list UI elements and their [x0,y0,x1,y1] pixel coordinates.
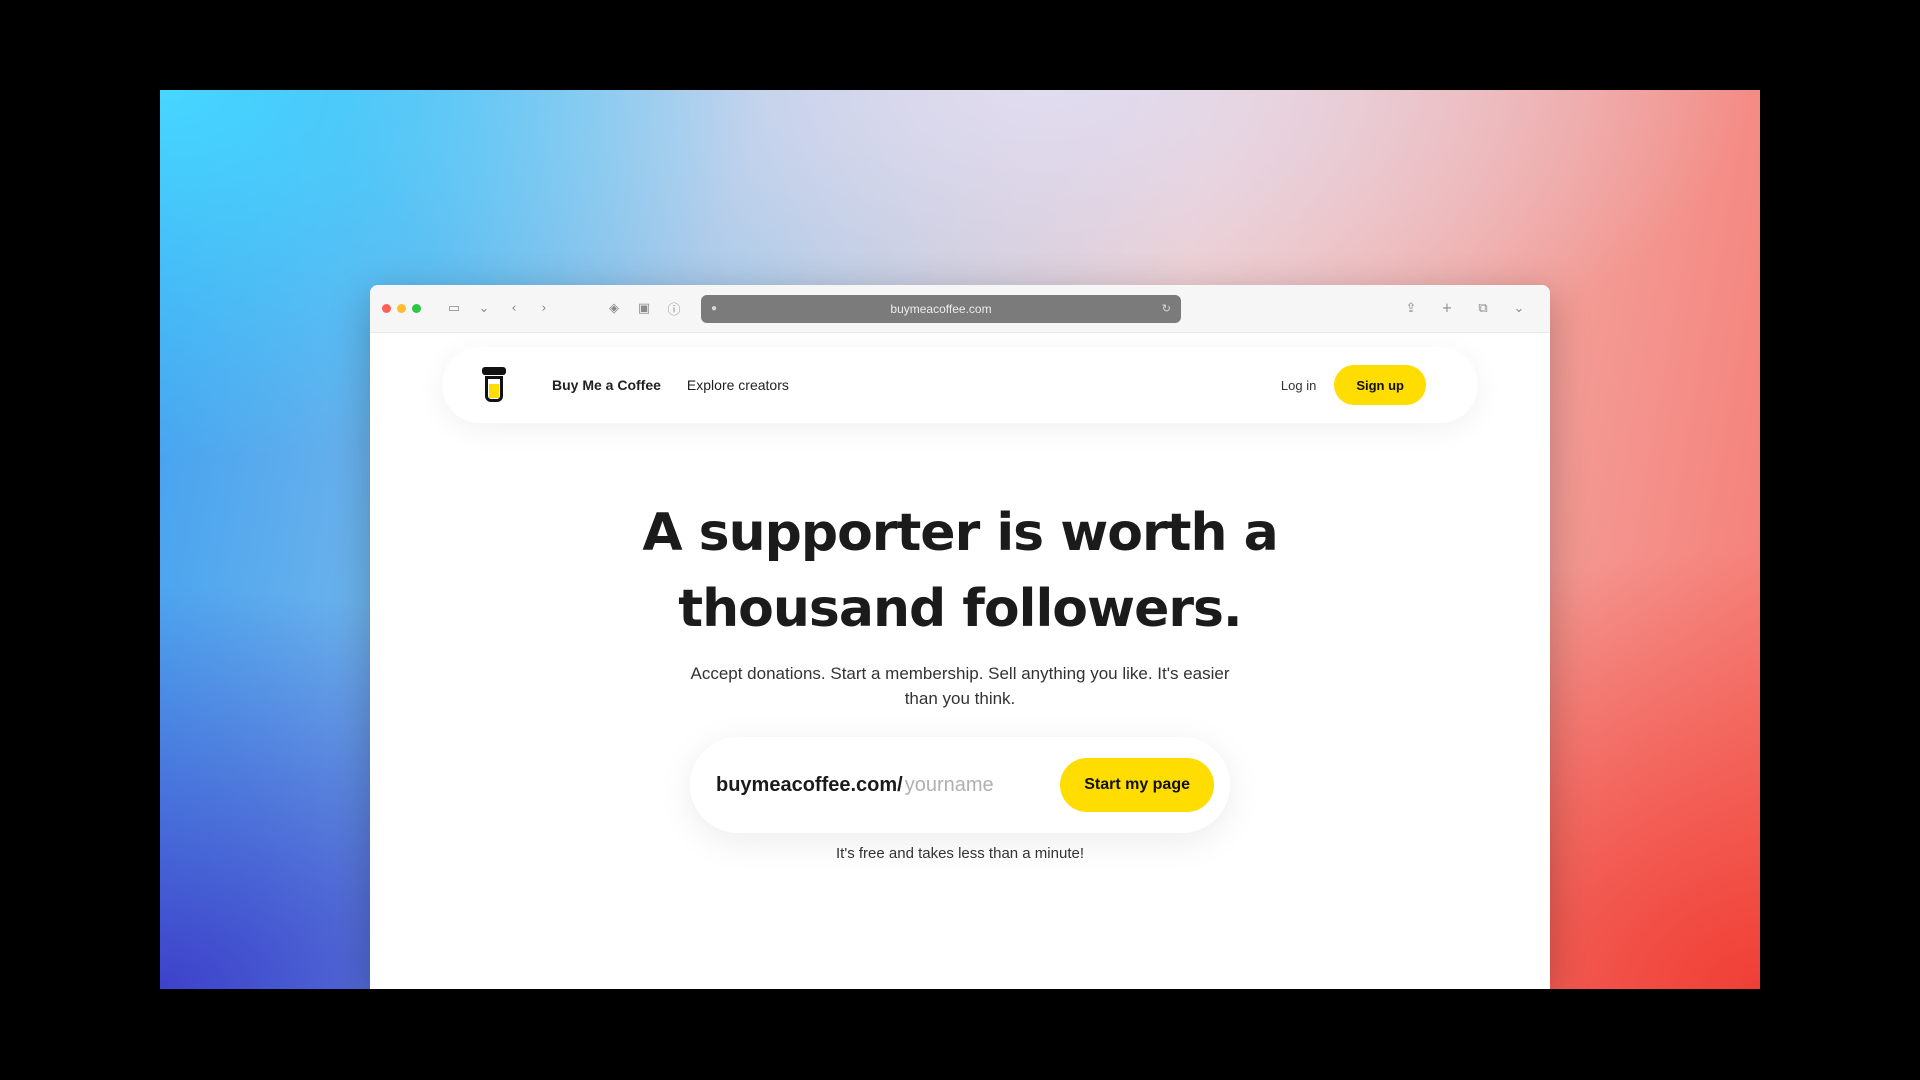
browser-toolbar: ▭ ⌄ ‹ › ◈ ▣ ⓘ ● buymeacoffee.com ↻ ⇪ + ⧉… [370,285,1550,333]
username-input[interactable] [904,773,1045,797]
start-my-page-button[interactable]: Start my page [1060,758,1214,812]
hero-subtext: Accept donations. Start a membership. Se… [690,664,1230,708]
login-link[interactable]: Log in [1281,378,1316,393]
share-icon[interactable]: ⇪ [1400,298,1422,320]
hero-headline: A supporter is worth a thousand follower… [642,503,1278,639]
shield-icon[interactable]: ◈ [603,298,625,320]
fine-print: It's free and takes less than a minute! [836,845,1084,862]
info-icon[interactable]: ⓘ [663,298,685,320]
hero-section: A supporter is worth a thousand follower… [370,495,1550,711]
coffee-cup-logo-icon[interactable] [480,365,508,405]
close-window-button[interactable] [382,304,391,313]
sidebar-icon[interactable]: ▭ [443,298,465,320]
reload-icon[interactable]: ↻ [1162,302,1171,315]
address-bar[interactable]: ● buymeacoffee.com ↻ [701,294,1181,323]
new-tab-icon[interactable]: + [1436,298,1458,320]
nav-link-home[interactable]: Buy Me a Coffee [552,377,661,393]
forward-icon[interactable]: › [533,298,555,320]
nav-link-explore[interactable]: Explore creators [687,377,789,393]
window-controls [382,304,421,313]
zoom-window-button[interactable] [412,304,421,313]
more-icon[interactable]: ⌄ [1508,298,1530,320]
chevron-down-icon[interactable]: ⌄ [473,298,495,320]
lock-icon: ● [711,303,718,314]
back-icon[interactable]: ‹ [503,298,525,320]
tabs-icon[interactable]: ⧉ [1472,298,1494,320]
browser-window: ▭ ⌄ ‹ › ◈ ▣ ⓘ ● buymeacoffee.com ↻ ⇪ + ⧉… [370,285,1550,989]
site-navbar: Buy Me a Coffee Explore creators Log in … [442,347,1478,423]
url-prefix: buymeacoffee.com/ [716,773,903,796]
claim-page-form: buymeacoffee.com/ Start my page [690,737,1230,833]
address-text: buymeacoffee.com [890,301,992,316]
minimize-window-button[interactable] [397,304,406,313]
extension-icon[interactable]: ▣ [633,298,655,320]
signup-button[interactable]: Sign up [1334,365,1426,405]
